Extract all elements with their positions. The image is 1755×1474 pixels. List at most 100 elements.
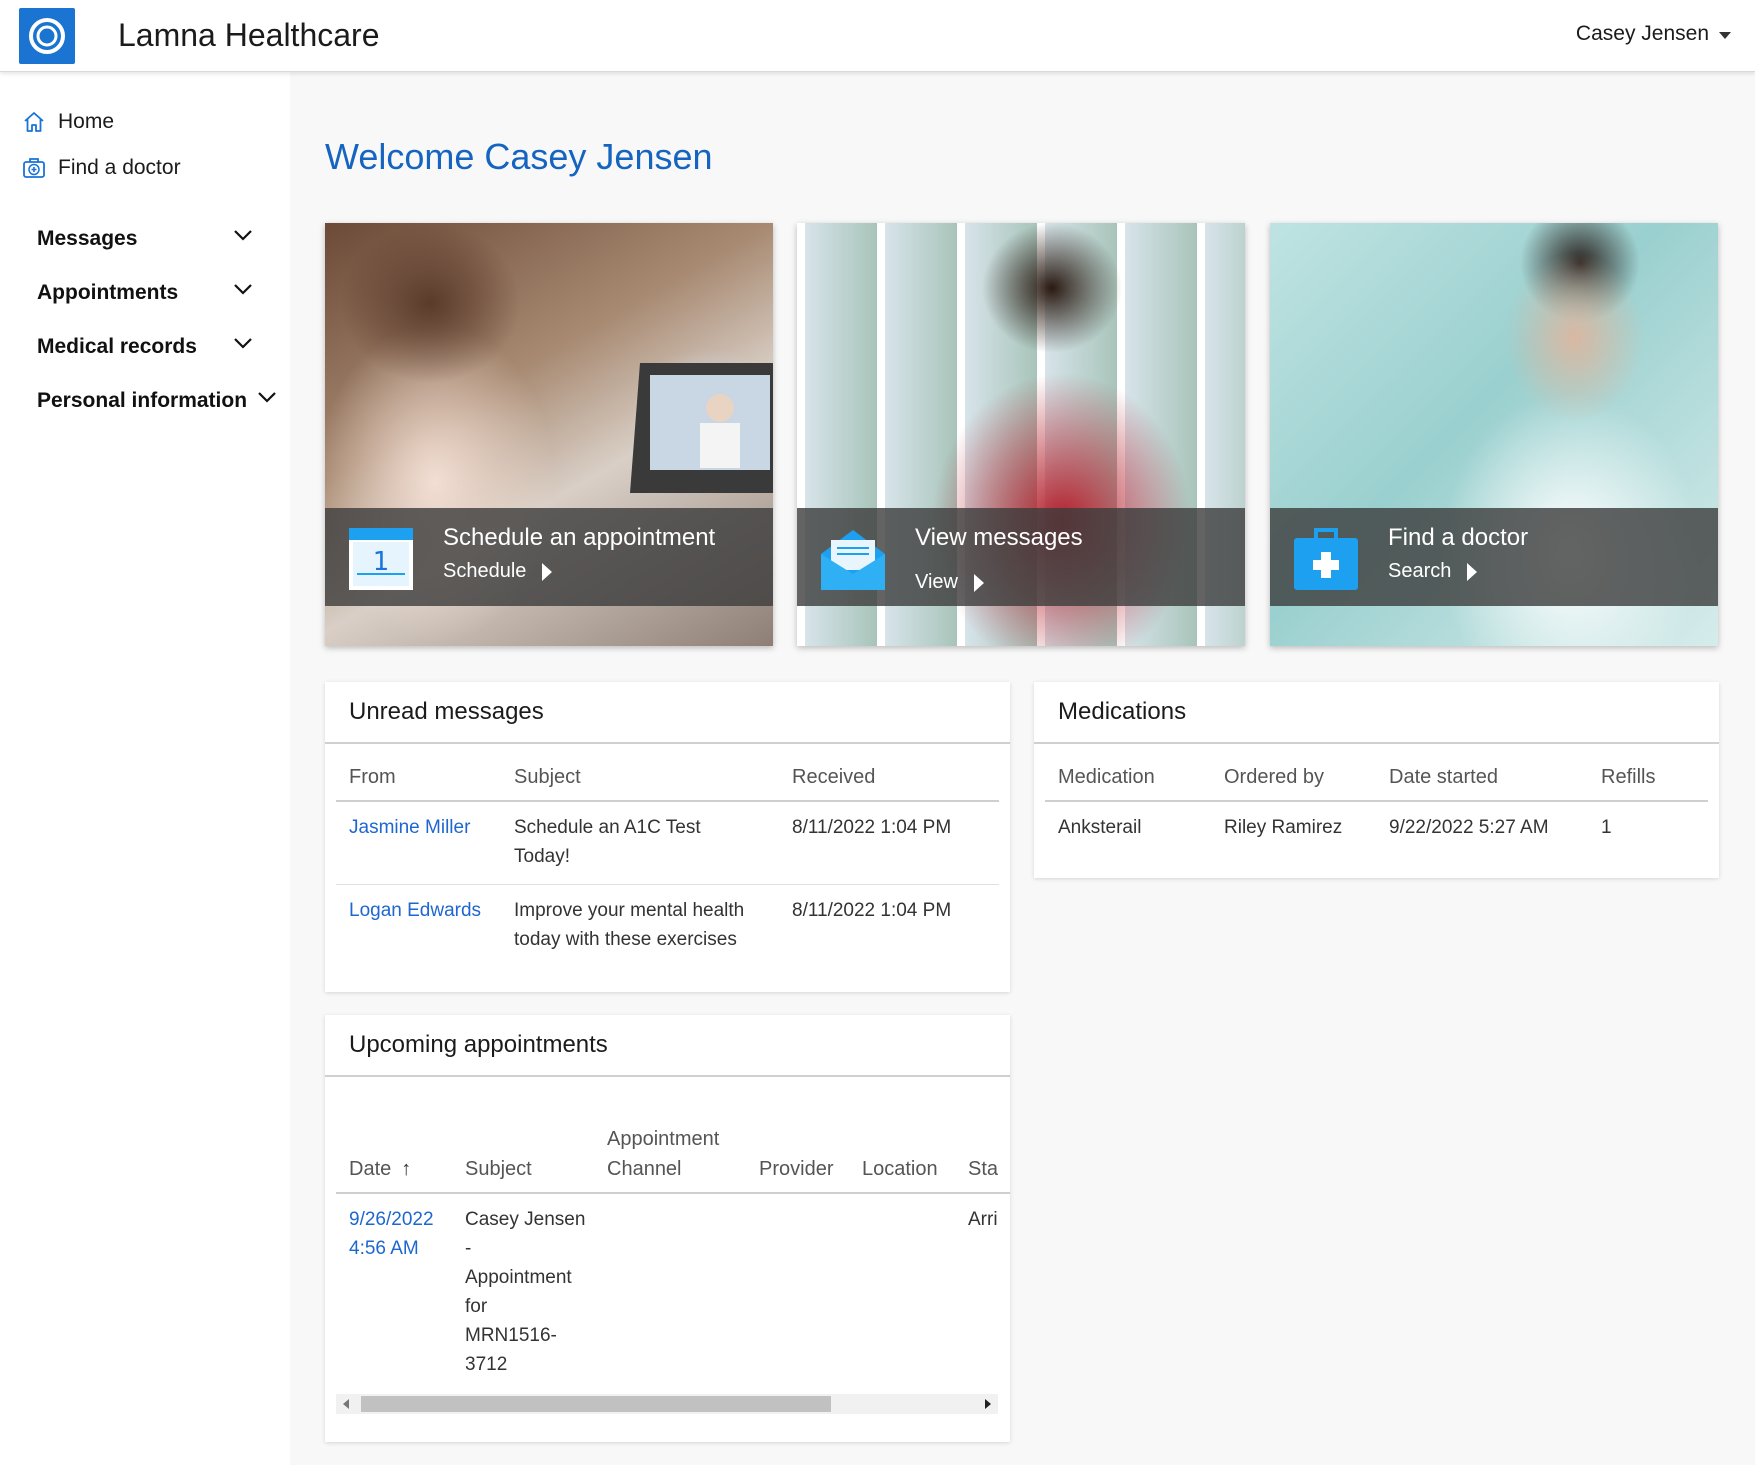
main-content: Welcome Casey Jensen 1 Schedule an appoi… <box>290 72 1755 1465</box>
upcoming-appointments-card: Upcoming appointments Date ↑ Subject App… <box>325 1015 1010 1442</box>
app-logo[interactable] <box>19 8 75 64</box>
chevron-down-icon[interactable] <box>232 278 254 300</box>
column-header-date-started[interactable]: Date started <box>1389 766 1498 789</box>
message-sender-link[interactable]: Logan Edwards <box>349 896 481 925</box>
schedule-link[interactable]: Schedule <box>443 560 553 583</box>
envelope-icon <box>821 530 885 590</box>
sidebar-item-label: Find a doctor <box>58 156 181 179</box>
divider <box>336 800 999 802</box>
caret-right-icon <box>542 562 553 581</box>
divider <box>325 742 1010 744</box>
sidebar-group-messages[interactable]: Messages <box>37 227 137 251</box>
appointment-subject: 3712 <box>465 1354 508 1375</box>
sidebar: Home Find a doctor Messages Appointments… <box>0 72 290 1474</box>
chevron-down-icon[interactable] <box>256 386 278 408</box>
card-title: Upcoming appointments <box>349 1031 608 1058</box>
caret-right-icon <box>1467 562 1478 581</box>
schedule-appointment-tile[interactable]: 1 Schedule an appointment Schedule <box>325 223 773 646</box>
appointment-subject: - <box>465 1238 472 1259</box>
divider <box>336 884 999 885</box>
svg-text:1: 1 <box>373 547 390 577</box>
appointment-subject: Casey Jensen <box>465 1209 586 1230</box>
sidebar-group-personal-information[interactable]: Personal information <box>37 389 247 413</box>
scroll-right-icon[interactable] <box>985 1399 991 1409</box>
appointment-subject: MRN1516- <box>465 1325 557 1346</box>
divider <box>1045 800 1708 802</box>
column-header-medication[interactable]: Medication <box>1058 766 1155 789</box>
tile-caption: 1 Schedule an appointment Schedule <box>325 508 773 606</box>
page-title: Welcome Casey Jensen <box>325 136 713 177</box>
medications-card: Medications Medication Ordered by Date s… <box>1034 682 1719 878</box>
user-name: Casey Jensen <box>1575 22 1709 45</box>
appointment-subject: for <box>465 1296 488 1317</box>
column-header-refills[interactable]: Refills <box>1601 766 1655 789</box>
column-header-channel[interactable]: Channel <box>607 1158 682 1181</box>
column-header-ordered-by[interactable]: Ordered by <box>1224 766 1324 789</box>
card-title: Unread messages <box>349 698 544 725</box>
app-title[interactable]: Lamna Healthcare <box>118 17 379 54</box>
calendar-icon: 1 <box>349 528 413 590</box>
message-received: 8/11/2022 1:04 PM <box>792 900 952 921</box>
medication-ordered-by: Riley Ramirez <box>1224 817 1343 838</box>
message-sender-link[interactable]: Jasmine Miller <box>349 813 470 842</box>
message-subject: Today! <box>514 846 570 867</box>
medical-kit-icon <box>22 156 46 180</box>
column-header-location[interactable]: Location <box>862 1158 938 1181</box>
tile-link-label: Schedule <box>443 560 527 582</box>
divider <box>325 1075 1010 1077</box>
sidebar-group-appointments[interactable]: Appointments <box>37 281 178 305</box>
chevron-down-icon[interactable] <box>232 224 254 246</box>
scrollbar-thumb[interactable] <box>361 1396 831 1412</box>
horizontal-scrollbar[interactable] <box>336 1394 998 1414</box>
column-header-date[interactable]: Date ↑ <box>349 1158 411 1181</box>
home-icon <box>22 110 46 134</box>
column-header-channel[interactable]: Appointment <box>607 1128 719 1151</box>
appointment-status: Arri <box>968 1209 998 1230</box>
appointment-date-link[interactable]: 9/26/2022 <box>349 1205 434 1234</box>
message-subject: Improve your mental health <box>514 900 745 921</box>
column-header-subject[interactable]: Subject <box>465 1158 532 1181</box>
message-subject: Schedule an A1C Test <box>514 817 701 838</box>
sidebar-item-find-doctor[interactable]: Find a doctor <box>22 156 181 180</box>
tile-caption: Find a doctor Search <box>1270 508 1718 606</box>
search-link[interactable]: Search <box>1388 560 1478 583</box>
appointment-subject: Appointment <box>465 1267 572 1288</box>
column-header-status[interactable]: Sta <box>968 1158 998 1181</box>
card-title: Medications <box>1058 698 1187 725</box>
message-received: 8/11/2022 1:04 PM <box>792 817 952 838</box>
tile-title: Schedule an appointment <box>443 524 716 551</box>
chevron-down-icon[interactable] <box>232 332 254 354</box>
view-link[interactable]: View <box>915 571 984 594</box>
sort-ascending-icon: ↑ <box>401 1158 412 1180</box>
tile-link-label: Search <box>1388 560 1452 582</box>
sidebar-group-medical-records[interactable]: Medical records <box>37 335 197 359</box>
column-header-label: Date <box>349 1158 392 1180</box>
appointment-date-link[interactable]: 4:56 AM <box>349 1234 419 1263</box>
medication-name: Anksterail <box>1058 817 1142 838</box>
column-header-subject[interactable]: Subject <box>514 766 581 789</box>
user-menu[interactable]: Casey Jensen <box>1576 22 1731 46</box>
tile-title: View messages <box>915 524 1083 551</box>
sidebar-item-home[interactable]: Home <box>22 110 114 134</box>
column-header-from[interactable]: From <box>349 766 396 789</box>
find-doctor-tile[interactable]: Find a doctor Search <box>1270 223 1718 646</box>
medical-kit-icon <box>1294 528 1358 590</box>
tile-title: Find a doctor <box>1388 524 1529 551</box>
medication-date-started: 9/22/2022 5:27 AM <box>1389 817 1549 838</box>
scroll-left-icon[interactable] <box>343 1399 349 1409</box>
laptop-shape <box>630 363 773 493</box>
message-subject: today with these exercises <box>514 929 737 950</box>
tile-caption: View messages View <box>797 508 1245 606</box>
logo-ring-icon <box>29 18 65 54</box>
sidebar-item-label: Home <box>58 110 115 133</box>
view-messages-tile[interactable]: View messages View <box>797 223 1245 646</box>
column-header-received[interactable]: Received <box>792 766 875 789</box>
column-header-provider[interactable]: Provider <box>759 1158 833 1181</box>
divider <box>1034 742 1719 744</box>
tile-link-label: View <box>915 571 958 593</box>
divider <box>336 1192 1010 1194</box>
unread-messages-card: Unread messages From Subject Received Ja… <box>325 682 1010 992</box>
top-bar: Lamna Healthcare Casey Jensen <box>0 0 1755 72</box>
caret-down-icon <box>1719 32 1731 39</box>
medication-refills: 1 <box>1601 817 1612 838</box>
